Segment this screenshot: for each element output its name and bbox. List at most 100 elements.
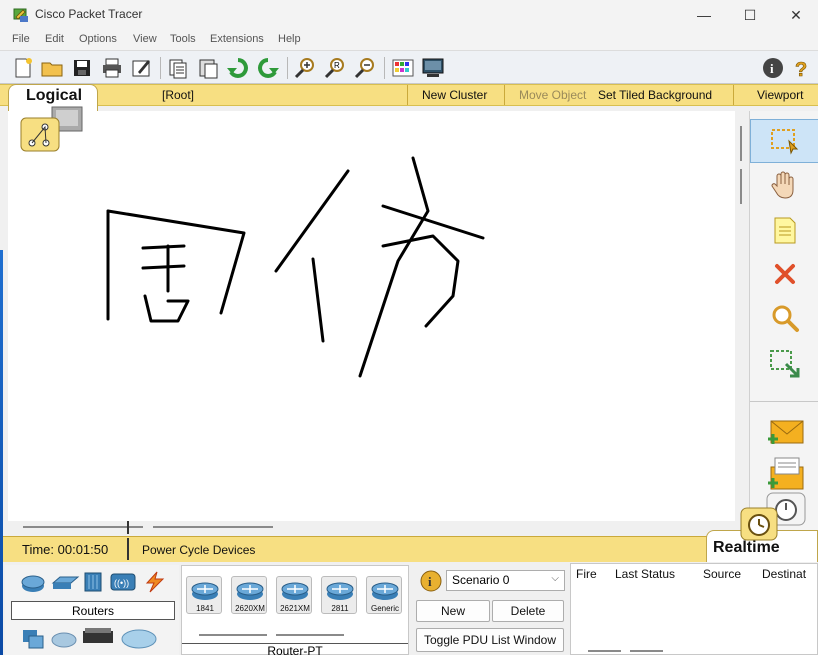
router-model-2811[interactable]: 2811 xyxy=(321,576,357,614)
scroll-thumb[interactable] xyxy=(23,526,143,528)
delete-tool-button[interactable] xyxy=(750,252,818,296)
status-bar xyxy=(0,536,818,562)
wireless-category-icon[interactable]: ((•)) xyxy=(109,571,137,593)
end-devices-category-icon[interactable] xyxy=(20,626,48,654)
zoom-out-icon[interactable] xyxy=(353,56,377,80)
power-cycle-devices-button[interactable]: Power Cycle Devices xyxy=(142,543,255,557)
toolbar-separator xyxy=(160,57,161,79)
new-file-icon[interactable] xyxy=(11,56,35,80)
router-model-2621xm[interactable]: 2621XM xyxy=(276,576,312,614)
common-tools-palette xyxy=(749,111,818,541)
open-folder-icon[interactable] xyxy=(40,56,64,80)
switches-category-icon[interactable] xyxy=(50,573,80,593)
drawing-palette-icon[interactable] xyxy=(391,56,415,80)
toggle-pdu-list-button[interactable]: Toggle PDU List Window xyxy=(416,628,564,652)
inspect-tool-button[interactable] xyxy=(750,297,818,341)
scroll-thumb[interactable] xyxy=(740,169,742,204)
toolbar-separator xyxy=(287,57,288,79)
select-tool-button[interactable] xyxy=(750,119,818,163)
menu-edit[interactable]: Edit xyxy=(45,33,64,45)
menu-file[interactable]: File xyxy=(12,33,30,45)
print-icon[interactable] xyxy=(100,56,124,80)
nav-separator xyxy=(504,85,505,105)
paste-icon[interactable] xyxy=(196,56,220,80)
maximize-button[interactable]: ☐ xyxy=(727,0,773,30)
svg-text:i: i xyxy=(428,574,432,589)
packet-tracer-logo-icon xyxy=(13,8,28,22)
cloud-category-icon[interactable] xyxy=(50,628,78,650)
model-scroll-thumb[interactable] xyxy=(276,634,344,636)
redo-icon[interactable] xyxy=(256,56,280,80)
inspect-hand-tool-button[interactable] xyxy=(750,163,818,207)
router-model-label: 2811 xyxy=(331,604,349,613)
wan-emulation-category-icon[interactable] xyxy=(81,625,117,651)
router-model-1841[interactable]: 1841 xyxy=(186,576,222,614)
copy-icon[interactable] xyxy=(166,56,190,80)
vertical-scrollbar[interactable] xyxy=(735,111,749,534)
delete-scenario-button[interactable]: Delete xyxy=(492,600,564,622)
model-scroll-thumb[interactable] xyxy=(199,634,267,636)
column-header-source[interactable]: Source xyxy=(703,567,741,581)
simple-pdu-envelope-icon xyxy=(767,420,803,444)
menu-extensions[interactable]: Extensions xyxy=(210,33,264,45)
desktop-edge xyxy=(0,250,3,655)
add-complex-pdu-button[interactable] xyxy=(750,451,818,495)
routers-category-icon[interactable] xyxy=(20,571,46,595)
move-object-button[interactable]: Move Object xyxy=(519,88,586,102)
resize-shape-button[interactable] xyxy=(750,342,818,386)
zoom-in-icon[interactable] xyxy=(293,56,317,80)
column-header-destination[interactable]: Destinat xyxy=(762,567,806,581)
viewport-button[interactable]: Viewport xyxy=(757,88,803,102)
scenario-info-icon[interactable]: i xyxy=(419,569,443,593)
device-category-label: Routers xyxy=(11,601,175,620)
horizontal-scrollbar[interactable] xyxy=(8,521,735,534)
router-model-label: 2621XM xyxy=(280,604,310,613)
scroll-thumb[interactable] xyxy=(740,126,742,161)
router-icon xyxy=(326,582,354,600)
new-cluster-button[interactable]: New Cluster xyxy=(422,88,487,102)
column-header-last-status[interactable]: Last Status xyxy=(615,567,675,581)
custom-devices-icon[interactable] xyxy=(421,56,445,80)
menu-tools[interactable]: Tools xyxy=(170,33,196,45)
status-separator xyxy=(127,538,129,560)
router-model-label: 2620XM xyxy=(235,604,265,613)
menu-view[interactable]: View xyxy=(133,33,157,45)
help-question-icon[interactable]: ? xyxy=(790,56,814,80)
logical-tab-label: Logical xyxy=(26,87,83,104)
new-scenario-button[interactable]: New xyxy=(416,600,490,622)
logical-view-icon[interactable] xyxy=(20,105,86,153)
realtime-mode-label: Realtime xyxy=(713,539,780,556)
undo-icon[interactable] xyxy=(226,56,250,80)
place-note-button[interactable] xyxy=(750,208,818,252)
set-tiled-background-button[interactable]: Set Tiled Background xyxy=(598,88,712,102)
router-model-2620xm[interactable]: 2620XM xyxy=(231,576,267,614)
router-model-generic[interactable]: Generic xyxy=(366,576,402,614)
close-button[interactable]: ✕ xyxy=(773,0,818,30)
zoom-reset-icon[interactable]: R xyxy=(323,56,347,80)
information-icon[interactable]: i xyxy=(761,56,785,80)
menu-help[interactable]: Help xyxy=(278,33,301,45)
selected-device-model: Router-PT xyxy=(267,644,323,655)
scroll-thumb[interactable] xyxy=(153,526,273,528)
pdu-scroll-thumb[interactable] xyxy=(630,650,663,652)
title-bar: Cisco Packet Tracer — ☐ ✕ xyxy=(0,0,818,30)
menu-options[interactable]: Options xyxy=(79,33,117,45)
multiuser-connection-icon[interactable] xyxy=(119,626,159,652)
minimize-button[interactable]: — xyxy=(681,0,727,30)
connections-category-icon[interactable] xyxy=(141,570,167,594)
packet-tracer-window: Cisco Packet Tracer — ☐ ✕ File Edit Opti… xyxy=(0,0,818,655)
realtime-clock-icon[interactable] xyxy=(740,507,778,541)
pdu-scroll-thumb[interactable] xyxy=(588,650,621,652)
activity-wizard-icon[interactable] xyxy=(130,56,154,80)
save-icon[interactable] xyxy=(70,56,94,80)
nav-separator xyxy=(733,85,734,105)
chevron-down-icon: ⌵ xyxy=(551,573,559,584)
add-simple-pdu-button[interactable] xyxy=(750,409,818,453)
column-header-fire[interactable]: Fire xyxy=(576,567,597,581)
close-icon: ✕ xyxy=(790,6,802,23)
hubs-category-icon[interactable] xyxy=(82,570,104,594)
root-breadcrumb[interactable]: [Root] xyxy=(162,88,194,102)
svg-text:?: ? xyxy=(795,59,807,80)
maximize-icon: ☐ xyxy=(743,6,757,23)
scenario-select[interactable]: Scenario 0 ⌵ xyxy=(446,570,565,591)
